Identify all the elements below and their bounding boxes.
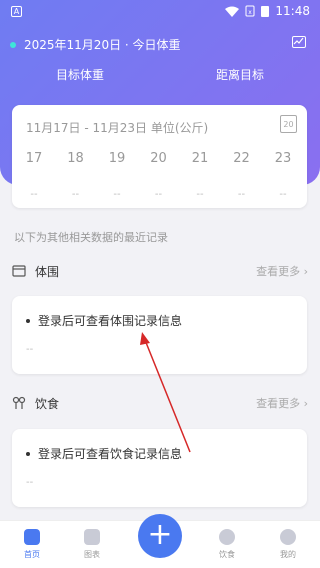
recent-records-hint: 以下为其他相关数据的最近记录 xyxy=(14,231,168,244)
bullet-icon xyxy=(26,451,30,456)
week-day-23[interactable]: 23 xyxy=(263,151,303,166)
week-day-18[interactable]: 18 xyxy=(56,151,96,166)
utensils-icon xyxy=(12,396,26,409)
week-day-20[interactable]: 20 xyxy=(139,151,179,166)
week-day-21[interactable]: 21 xyxy=(180,151,220,166)
nav-charts[interactable]: 图表 xyxy=(72,529,112,560)
week-day-19[interactable]: 19 xyxy=(97,151,137,166)
chart-icon xyxy=(84,529,100,545)
tab-target-weight[interactable]: 目标体重 xyxy=(30,66,130,83)
bullet-icon xyxy=(26,318,30,323)
status-dot-icon xyxy=(10,41,16,48)
nav-diet[interactable]: 饮食 xyxy=(207,529,247,560)
profile-icon xyxy=(280,529,296,545)
ruler-icon xyxy=(12,265,26,277)
week-day-value: -- xyxy=(30,189,38,200)
week-day-value: -- xyxy=(154,189,163,200)
date-line-text: 2025年11月20日 · 今日体重 xyxy=(24,38,181,52)
nav-profile[interactable]: 我的 xyxy=(268,529,308,560)
tab-distance-to-goal[interactable]: 距离目标 xyxy=(190,66,290,83)
status-bar: A x 11:48 xyxy=(0,0,320,24)
today-weight-header[interactable]: 2025年11月20日 · 今日体重 xyxy=(10,36,181,53)
nav-home[interactable]: 首页 xyxy=(12,529,52,560)
week-day-17[interactable]: 17 xyxy=(14,151,54,166)
section-header-body: 体围 查看更多 › xyxy=(12,261,308,281)
sim-icon: x xyxy=(245,5,255,17)
week-day-value: -- xyxy=(71,189,80,200)
week-day-value: -- xyxy=(237,189,246,200)
week-range[interactable]: 11月17日 - 11月23日 单位(公斤) xyxy=(26,119,208,136)
add-record-button[interactable]: + xyxy=(138,514,182,558)
week-day-value: -- xyxy=(113,189,121,200)
app-badge-icon: A xyxy=(11,6,22,17)
calendar-icon[interactable]: 20 xyxy=(280,115,297,133)
diet-icon xyxy=(219,529,235,545)
trend-chart-icon[interactable] xyxy=(292,36,306,48)
section-header-diet: 饮食 查看更多 › xyxy=(12,393,308,413)
week-day-value: -- xyxy=(196,189,204,200)
section-title-body: 体围 xyxy=(35,264,60,279)
wifi-icon xyxy=(225,6,240,17)
clock: 11:48 xyxy=(275,4,310,18)
week-weight-card: 11月17日 - 11月23日 单位(公斤) 20 17 -- 18 -- 19 -- 20… xyxy=(12,105,307,208)
week-day-22[interactable]: 22 xyxy=(222,151,262,166)
battery-icon xyxy=(261,6,270,17)
body-record-value: -- xyxy=(26,344,34,355)
section-title-diet: 饮食 xyxy=(35,396,60,411)
home-icon xyxy=(24,529,40,545)
diet-record-value: -- xyxy=(26,477,34,488)
view-more-diet-link[interactable]: 查看更多 › xyxy=(256,395,308,411)
body-record-text: 登录后可查看体围记录信息 xyxy=(38,314,183,328)
week-day-value: -- xyxy=(279,189,287,200)
body-record-card[interactable]: 登录后可查看体围记录信息 -- xyxy=(12,296,307,374)
svg-text:x: x xyxy=(249,9,253,16)
diet-record-text: 登录后可查看饮食记录信息 xyxy=(38,447,183,461)
view-more-body-link[interactable]: 查看更多 › xyxy=(256,263,308,279)
diet-record-card[interactable]: 登录后可查看饮食记录信息 -- xyxy=(12,429,307,507)
